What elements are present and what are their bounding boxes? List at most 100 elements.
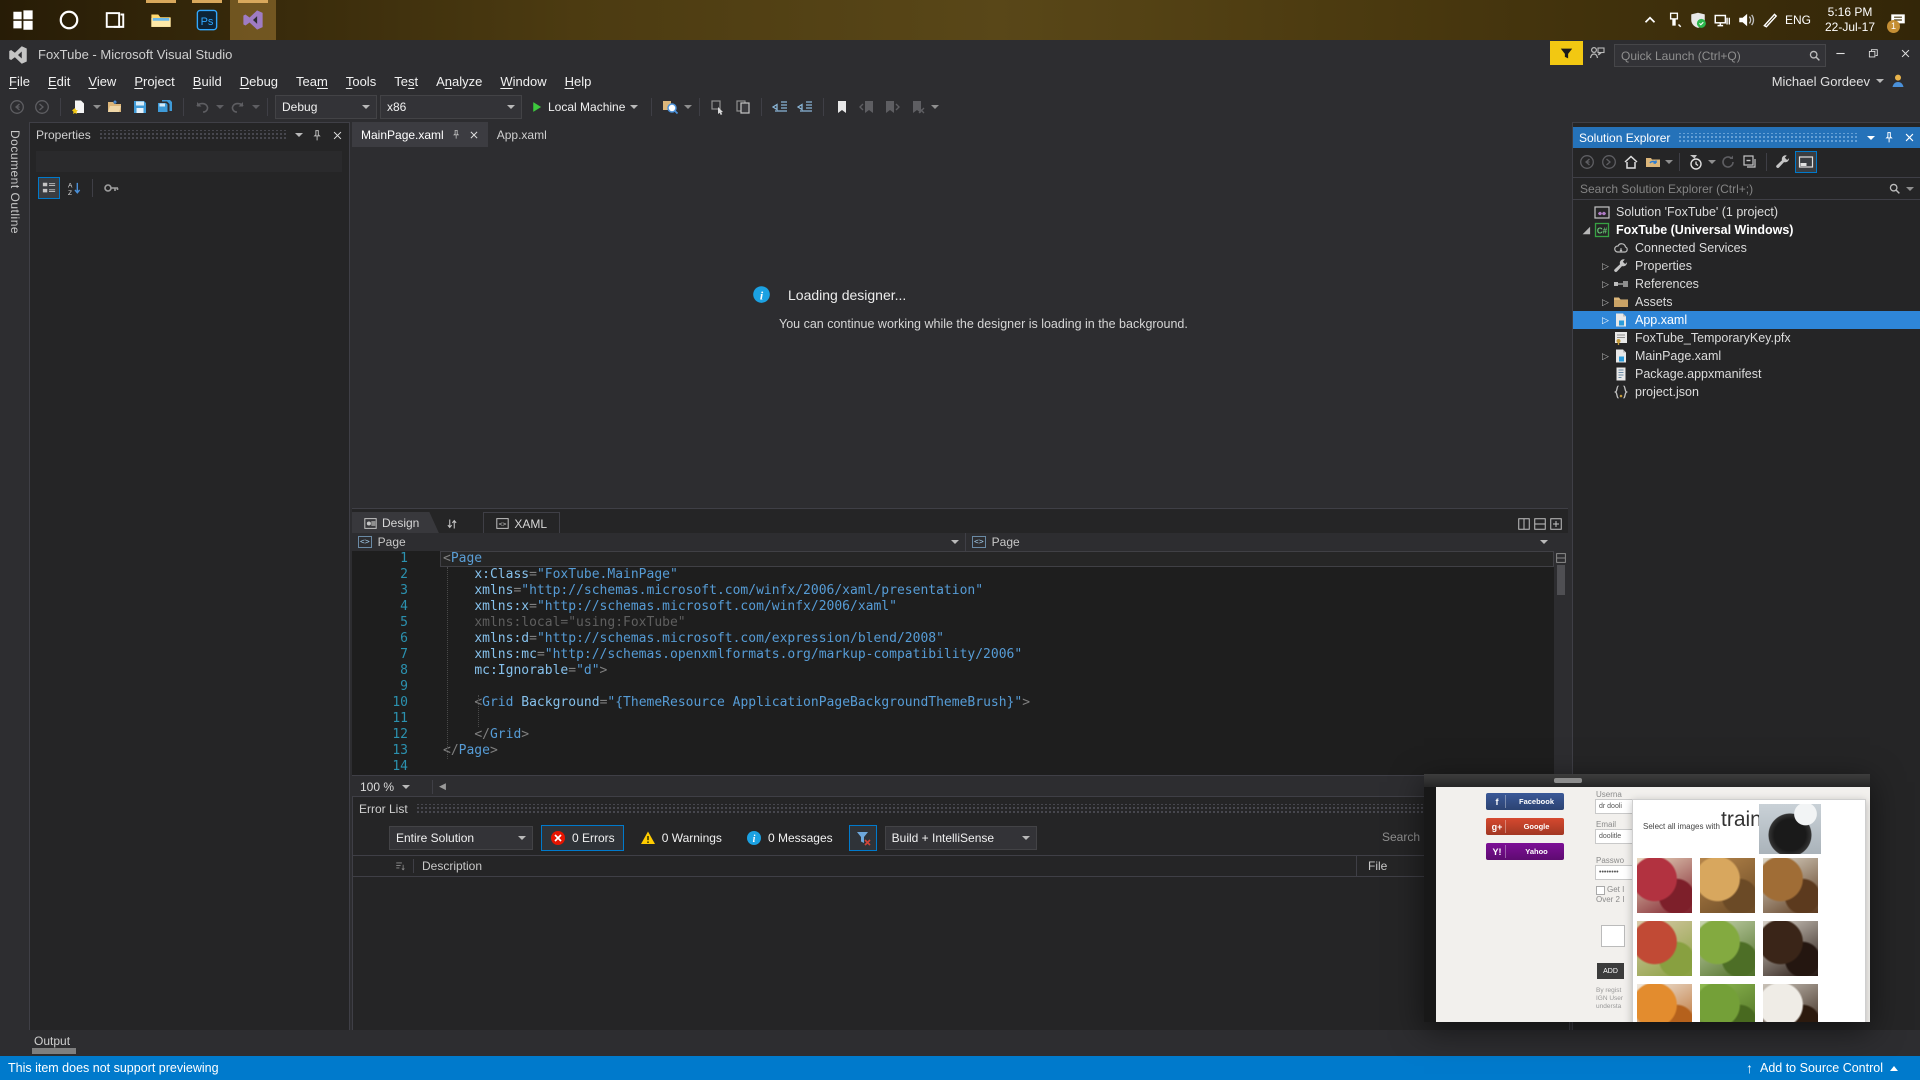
breadcrumb-left[interactable]: <> Page bbox=[352, 533, 966, 551]
se-menu-icon[interactable] bbox=[1867, 135, 1875, 140]
volume-icon[interactable] bbox=[1737, 11, 1755, 29]
scroll-left-arrow-icon[interactable]: ◀ bbox=[439, 781, 446, 792]
vertical-split-icon[interactable] bbox=[1518, 518, 1530, 530]
close-icon[interactable] bbox=[469, 130, 479, 140]
taskbar-app-photoshop[interactable]: Ps bbox=[184, 0, 230, 40]
tree-item-assets[interactable]: ▷ Assets bbox=[1573, 293, 1920, 311]
captcha-tile-espresso-cup[interactable] bbox=[1763, 984, 1818, 1022]
menu-build[interactable]: Build bbox=[184, 71, 231, 92]
properties-header[interactable]: Properties bbox=[30, 123, 349, 147]
se-sync-caret-icon[interactable] bbox=[1665, 159, 1673, 164]
collapsed-arrow-icon[interactable]: ▷ bbox=[1598, 297, 1613, 308]
zoom-level-dropdown[interactable]: 100 % bbox=[352, 779, 433, 794]
menu-debug[interactable]: Debug bbox=[231, 71, 287, 92]
code-line-9[interactable]: 9 bbox=[352, 679, 1568, 695]
tray-expand-icon[interactable] bbox=[1641, 11, 1659, 29]
horizontal-scrollbar[interactable]: ◀ bbox=[433, 776, 1568, 797]
taskbar-app-file-explorer[interactable] bbox=[138, 0, 184, 40]
se-pending-caret-icon[interactable] bbox=[1708, 159, 1716, 164]
restore-button[interactable] bbox=[1858, 40, 1888, 66]
floating-preview-window[interactable]: f Facebook g+ Google Y! Yahoo Userna dr do… bbox=[1424, 774, 1870, 1022]
tree-item-foxtube-universal-windows-[interactable]: ◢ C# FoxTube (Universal Windows) bbox=[1573, 221, 1920, 239]
code-line-5[interactable]: 5 xmlns:local="using:FoxTube" bbox=[352, 615, 1568, 631]
tree-item-references[interactable]: ▷ References bbox=[1573, 275, 1920, 293]
new-file-button[interactable] bbox=[68, 96, 90, 118]
scrollbar-thumb[interactable] bbox=[1554, 778, 1582, 783]
clear-filter-button[interactable] bbox=[848, 825, 877, 851]
properties-menu-icon[interactable] bbox=[295, 133, 303, 137]
expand-pane-icon[interactable] bbox=[1550, 518, 1562, 530]
pen-icon[interactable] bbox=[1761, 11, 1779, 29]
editor-tab-App.xaml[interactable]: App.xaml bbox=[488, 122, 556, 147]
menu-analyze[interactable]: Analyze bbox=[427, 71, 491, 92]
menu-test[interactable]: Test bbox=[385, 71, 427, 92]
nav-back-button[interactable] bbox=[6, 96, 28, 118]
preview-window-top-bar[interactable] bbox=[1424, 774, 1870, 787]
menu-tools[interactable]: Tools bbox=[337, 71, 385, 92]
se-preview-toggle-button[interactable] bbox=[1795, 150, 1817, 173]
captcha-tile-fruit-tart[interactable] bbox=[1637, 921, 1692, 976]
close-icon[interactable] bbox=[1904, 132, 1915, 143]
prev-bookmark-button[interactable] bbox=[856, 96, 878, 118]
solution-explorer-search-input[interactable]: Search Solution Explorer (Ctrl+;) bbox=[1573, 177, 1920, 200]
captcha-tile-strawberry-cake[interactable] bbox=[1637, 858, 1692, 913]
taskbar-app-task-view[interactable] bbox=[92, 0, 138, 40]
tree-item-connected-services[interactable]: Connected Services bbox=[1573, 239, 1920, 257]
feedback-icon[interactable] bbox=[1588, 45, 1606, 61]
nav-forward-button[interactable] bbox=[31, 96, 53, 118]
warnings-filter-button[interactable]: 0 Warnings bbox=[632, 826, 730, 850]
redo-caret-icon[interactable] bbox=[252, 104, 260, 109]
captcha-tile-bread-pudding-bowl[interactable] bbox=[1700, 858, 1755, 913]
tree-item-project.json[interactable]: project.json bbox=[1573, 383, 1920, 401]
source-filter-dropdown[interactable]: Build + IntelliSense bbox=[884, 826, 1037, 850]
se-forward-button[interactable] bbox=[1599, 152, 1619, 172]
editor-tab-MainPage.xaml[interactable]: MainPage.xaml bbox=[352, 122, 488, 147]
tree-item-solution-foxtube-1-project-[interactable]: Solution 'FoxTube' (1 project) bbox=[1573, 203, 1920, 221]
redo-button[interactable] bbox=[227, 96, 249, 118]
code-line-11[interactable]: 11 bbox=[352, 711, 1568, 727]
undo-caret-icon[interactable] bbox=[216, 104, 224, 109]
se-sync-button[interactable] bbox=[1643, 152, 1663, 172]
captcha-tile-green-salad[interactable] bbox=[1700, 921, 1755, 976]
se-home-button[interactable] bbox=[1621, 152, 1641, 172]
bookmark-overflow-icon[interactable] bbox=[931, 104, 940, 109]
select-element-button[interactable] bbox=[707, 96, 729, 118]
open-file-button[interactable] bbox=[104, 96, 126, 118]
taskbar-app-start[interactable] bbox=[0, 0, 46, 40]
find-in-files-button[interactable] bbox=[659, 96, 681, 118]
se-back-button[interactable] bbox=[1577, 152, 1597, 172]
minimize-button[interactable] bbox=[1825, 40, 1855, 66]
facebook-login-button[interactable]: f Facebook bbox=[1486, 793, 1564, 810]
messages-filter-button[interactable]: i 0 Messages bbox=[738, 826, 841, 850]
pin-icon[interactable] bbox=[451, 129, 462, 140]
tree-item-mainpage.xaml[interactable]: ▷ MainPage.xaml bbox=[1573, 347, 1920, 365]
breadcrumb-left-caret-icon[interactable] bbox=[951, 540, 959, 544]
tab-output[interactable]: Output bbox=[34, 1034, 70, 1048]
swap-panes-button[interactable] bbox=[439, 514, 465, 534]
collapsed-arrow-icon[interactable]: ▷ bbox=[1598, 261, 1613, 272]
pin-icon[interactable] bbox=[1883, 131, 1896, 144]
menu-help[interactable]: Help bbox=[556, 71, 601, 92]
captcha-tile-coffee-beans-cup[interactable] bbox=[1763, 921, 1818, 976]
solution-explorer-header[interactable]: Solution Explorer bbox=[1573, 127, 1920, 148]
error-list-header[interactable]: Error List bbox=[353, 797, 1569, 821]
collapsed-arrow-icon[interactable]: ▷ bbox=[1598, 351, 1613, 362]
tab-design[interactable]: Design bbox=[352, 512, 439, 534]
tab-xaml[interactable]: <> XAML bbox=[483, 512, 561, 534]
start-debugging-button[interactable]: Local Machine bbox=[525, 96, 644, 118]
captcha-tile-leafy-greens[interactable] bbox=[1700, 984, 1755, 1022]
tree-item-package.appxmanifest[interactable]: Package.appxmanifest bbox=[1573, 365, 1920, 383]
code-line-13[interactable]: 13 </Page> bbox=[352, 743, 1568, 759]
save-all-button[interactable] bbox=[154, 96, 176, 118]
menu-edit[interactable]: Edit bbox=[39, 71, 79, 92]
errors-filter-button[interactable]: 0 Errors bbox=[541, 825, 624, 851]
scrollbar-thumb[interactable] bbox=[1557, 565, 1565, 595]
taskbar-app-cortana[interactable] bbox=[46, 0, 92, 40]
property-pages-button[interactable] bbox=[101, 178, 121, 198]
user-account[interactable]: Michael Gordeev bbox=[1772, 73, 1920, 89]
se-search-caret-icon[interactable] bbox=[1906, 186, 1914, 191]
se-collapse-all-button[interactable] bbox=[1740, 152, 1760, 172]
clear-bookmarks-button[interactable] bbox=[906, 96, 928, 118]
xaml-code-editor[interactable]: 1 <Page 2 x:Class="FoxTube.MainPage" 3 xmln… bbox=[352, 551, 1568, 775]
defender-icon[interactable] bbox=[1689, 11, 1707, 29]
